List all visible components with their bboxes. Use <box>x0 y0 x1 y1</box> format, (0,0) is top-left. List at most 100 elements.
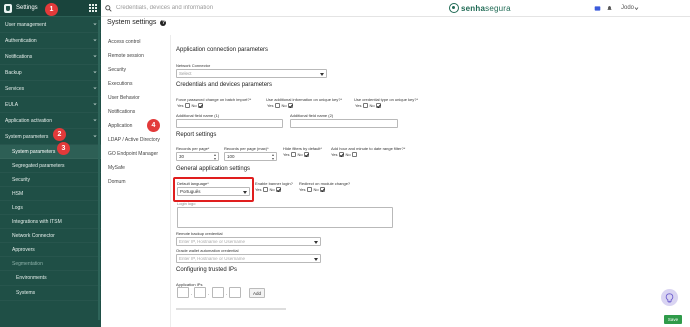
sidebar-subsub-environments[interactable]: Environments <box>0 271 101 286</box>
settings-menu-item[interactable]: User Behavior <box>101 91 170 105</box>
chevron-down-icon[interactable] <box>634 6 639 11</box>
hide-filters-options[interactable]: Yes No <box>283 152 311 157</box>
login-logo-textarea[interactable] <box>177 207 393 228</box>
sidebar-subitem-label: Network Connector <box>12 232 55 239</box>
notification-bell-icon[interactable] <box>606 5 613 12</box>
use-additional-options[interactable]: Yes No <box>267 103 295 108</box>
caret-down-icon <box>314 241 318 244</box>
force-password-yes[interactable]: Yes No <box>177 103 205 108</box>
help-icon[interactable]: ? <box>160 19 167 26</box>
settings-menu-item[interactable]: Notifications <box>101 105 170 119</box>
sidebar-subitem-label: Segregated parameters <box>12 162 65 169</box>
additional-field-1-input[interactable] <box>176 119 283 128</box>
sidebar-item-authentication[interactable]: Authentication <box>0 33 101 49</box>
ip-octet-1[interactable] <box>177 287 189 298</box>
checkbox[interactable] <box>262 187 268 192</box>
checkbox-checked[interactable] <box>338 152 344 157</box>
apps-grid-icon[interactable] <box>89 4 97 12</box>
add-hour-options[interactable]: Yes No <box>331 152 359 157</box>
network-connector-label: Network Connector <box>176 63 211 68</box>
banner-login-options[interactable]: Yes No <box>255 187 283 192</box>
hide-filters-label: Hide filters by default* <box>283 146 322 151</box>
checkbox-checked[interactable] <box>287 103 293 108</box>
spinner-icon[interactable] <box>272 154 275 160</box>
assistant-bulb-button[interactable] <box>661 289 678 306</box>
sidebar-item-eula[interactable]: EULA <box>0 97 101 113</box>
settings-menu-item[interactable]: Security <box>101 63 170 77</box>
checkbox[interactable] <box>351 152 357 157</box>
checkbox-checked[interactable] <box>275 187 281 192</box>
sidebar-item-application-activation[interactable]: Application activation <box>0 113 101 129</box>
sidebar-item-system-parameters[interactable]: System parameters <box>0 129 101 145</box>
annotation-badge-1: 1 <box>45 3 58 16</box>
settings-menu-item[interactable]: Domum <box>101 175 170 189</box>
sidebar-subitem-segmentation[interactable]: Segmentation <box>0 257 101 271</box>
settings-menu-item[interactable]: Access control <box>101 35 170 49</box>
checkbox[interactable] <box>290 152 296 157</box>
sidebar-subitem-system-parameters[interactable]: System parameters <box>0 145 101 159</box>
sidebar-subsub-systems[interactable]: Systems <box>0 286 101 301</box>
checkbox[interactable] <box>274 103 280 108</box>
sidebar-scrollbar[interactable] <box>98 20 100 320</box>
save-button[interactable]: Save <box>664 315 682 324</box>
sidebar-subitem-logs[interactable]: Logs <box>0 201 101 215</box>
checkbox[interactable] <box>362 103 368 108</box>
ip-octet-4[interactable] <box>229 287 241 298</box>
sidebar-subitem-security[interactable]: Security <box>0 173 101 187</box>
banner-login-label: Enable banner login? <box>255 181 293 186</box>
records-per-page-input[interactable]: 30 <box>176 152 219 161</box>
oracle-select[interactable]: Enter IP, Hostname or Username <box>176 254 321 263</box>
user-name[interactable]: Jodo <box>621 5 634 11</box>
checkbox-checked[interactable] <box>303 152 309 157</box>
caret-down-icon <box>314 258 318 261</box>
sidebar-subitem-label: Integrations with ITSM <box>12 218 62 225</box>
checkbox[interactable] <box>306 187 312 192</box>
settings-menu-item[interactable]: GO Endpoint Manager <box>101 147 170 161</box>
sidebar-item-label: Services <box>5 85 25 92</box>
chevron-down-icon <box>93 22 97 26</box>
sidebar-subitem-integrations-itsm[interactable]: Integrations with ITSM <box>0 215 101 229</box>
sidebar-item-label: Backup <box>5 69 22 76</box>
spinner-icon[interactable] <box>214 154 217 160</box>
sidebar-item-notifications[interactable]: Notifications <box>0 49 101 65</box>
ip-octet-2[interactable] <box>194 287 206 298</box>
add-hour-label: Add hour and minute to date range filter… <box>331 146 406 151</box>
remote-backup-placeholder: Enter IP, Hostname or Username <box>179 239 245 244</box>
additional-field-2-input[interactable] <box>290 119 398 128</box>
remote-backup-select[interactable]: Enter IP, Hostname or Username <box>176 237 321 246</box>
settings-menu-item[interactable]: Executions <box>101 77 170 91</box>
sidebar-item-user-management[interactable]: User management <box>0 17 101 33</box>
sidebar-item-services[interactable]: Services <box>0 81 101 97</box>
global-search-input[interactable] <box>116 5 276 11</box>
settings-menu-item[interactable]: Application <box>101 119 170 133</box>
chevron-down-icon <box>93 86 97 90</box>
checkbox-checked[interactable] <box>319 187 325 192</box>
yes-label: Yes <box>255 187 262 192</box>
annotation-badge-3: 3 <box>57 142 70 155</box>
sidebar-subitem-segregated-parameters[interactable]: Segregated parameters <box>0 159 101 173</box>
no-label: No <box>345 152 351 157</box>
settings-menu-item[interactable]: Remote session <box>101 49 170 63</box>
settings-menu-item[interactable]: MySafe <box>101 161 170 175</box>
chevron-down-icon <box>93 54 97 58</box>
sidebar: Settings User management Authentication No… <box>0 0 101 327</box>
use-credential-type-options[interactable]: Yes No <box>355 103 383 108</box>
ip-octet-3[interactable] <box>212 287 224 298</box>
no-label: No <box>297 152 303 157</box>
sidebar-subitem-network-connector[interactable]: Network Connector <box>0 229 101 243</box>
checkbox-checked[interactable] <box>197 103 203 108</box>
records-max-input[interactable]: 100 <box>224 152 277 161</box>
monitor-icon[interactable] <box>594 5 601 12</box>
add-ip-button[interactable]: Add <box>249 288 266 298</box>
checkbox-checked[interactable] <box>375 103 381 108</box>
sidebar-subitem-hsm[interactable]: HSM <box>0 187 101 201</box>
network-connector-select[interactable]: Select <box>176 69 327 78</box>
sidebar-item-label: System parameters <box>5 133 49 140</box>
sidebar-subitem-approvers[interactable]: Approvers <box>0 243 101 257</box>
chevron-down-icon <box>93 118 97 122</box>
redirect-options[interactable]: Yes No <box>299 187 327 192</box>
settings-menu-item[interactable]: LDAP / Active Directory <box>101 133 170 147</box>
panel-scrollbar[interactable] <box>176 308 286 310</box>
sidebar-item-backup[interactable]: Backup <box>0 65 101 81</box>
checkbox[interactable] <box>184 103 190 108</box>
